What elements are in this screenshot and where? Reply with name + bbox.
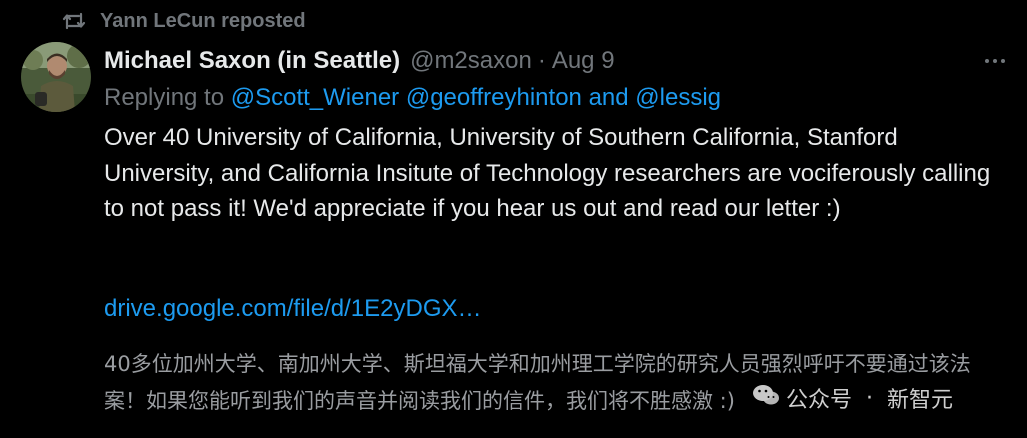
author-handle[interactable]: @m2saxon [410, 47, 532, 75]
mention-link[interactable]: @geoffreyhinton [406, 84, 582, 111]
more-options-button[interactable] [978, 50, 1012, 72]
watermark-name: 新智元 [887, 388, 954, 413]
mention-conjunction: and [588, 84, 629, 111]
watermark-dot: · [866, 385, 874, 411]
separator-dot: · [537, 47, 546, 74]
author-name[interactable]: Michael Saxon (in Seattle) [104, 47, 400, 75]
watermark-label: 公众号 [786, 388, 853, 413]
wechat-icon [752, 383, 780, 413]
repost-indicator: Yann LeCun reposted [62, 8, 306, 34]
mention-link[interactable]: @Scott_Wiener [231, 84, 399, 111]
replying-to-label: Replying to [104, 84, 225, 111]
mention-link[interactable]: @lessig [635, 84, 721, 111]
avatar[interactable] [21, 42, 91, 112]
tweet-text: Over 40 University of California, Univer… [104, 124, 991, 222]
replying-to: Replying to @Scott_Wiener @geoffreyhinto… [104, 84, 721, 112]
more-horizontal-icon [985, 59, 989, 63]
tweet-header: Michael Saxon (in Seattle) @m2saxon · Au… [104, 45, 947, 77]
repost-icon [62, 10, 86, 32]
tweet-link[interactable]: drive.google.com/file/d/1E2yDGX… [104, 295, 482, 323]
repost-text[interactable]: Yann LeCun reposted [100, 10, 306, 33]
watermark: 公众号 · 新智元 [752, 381, 953, 415]
tweet-date[interactable]: Aug 9 [552, 47, 615, 75]
